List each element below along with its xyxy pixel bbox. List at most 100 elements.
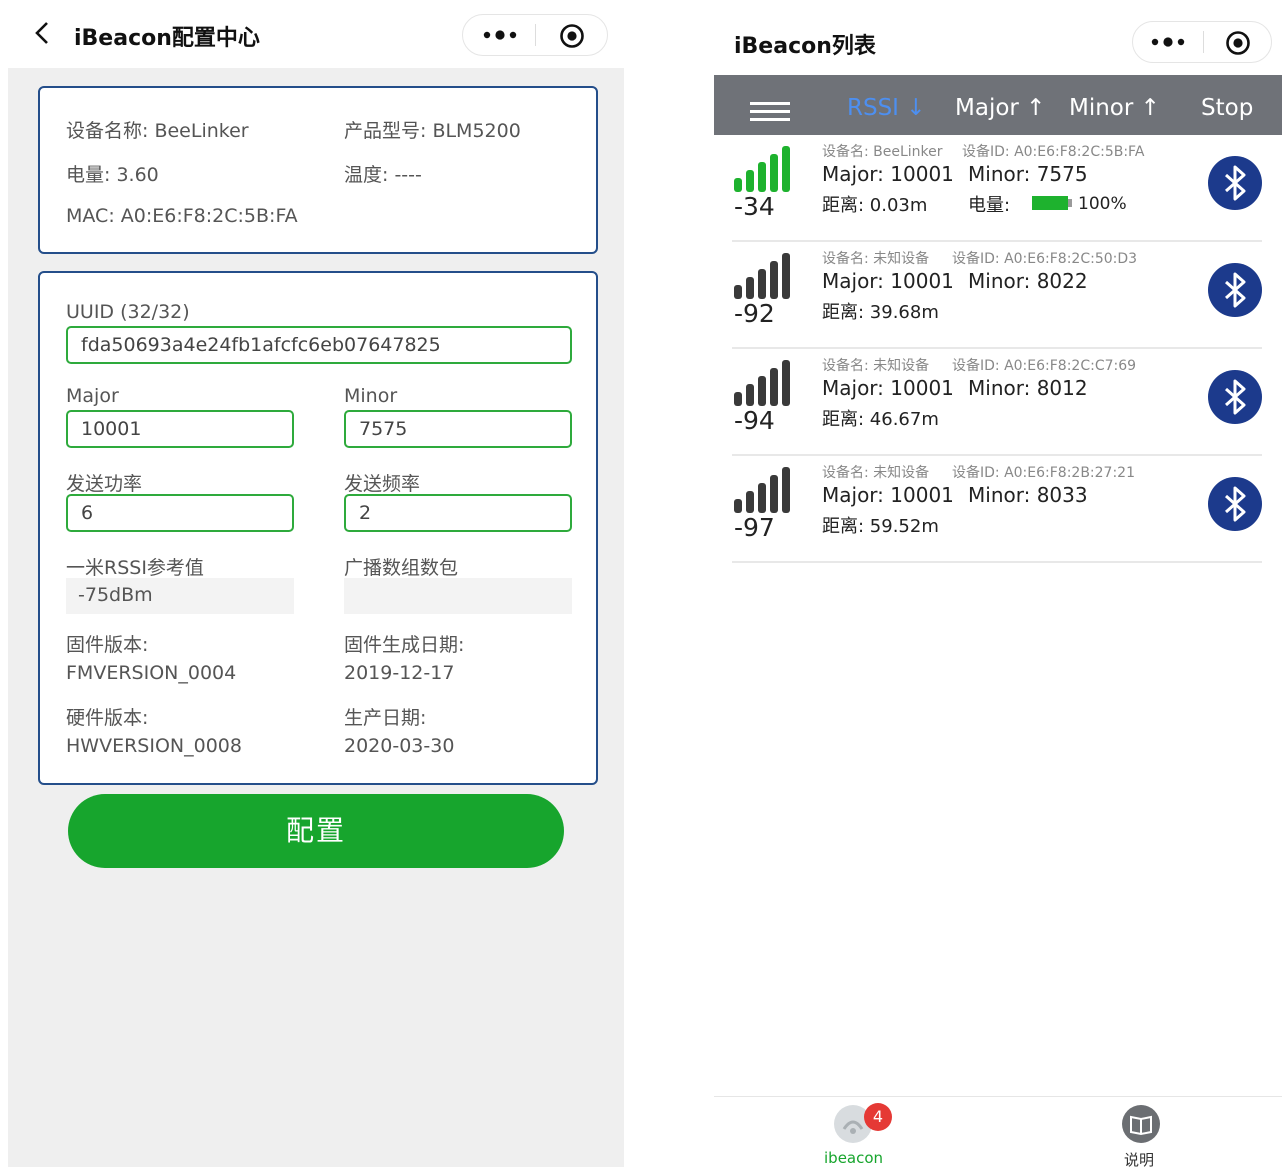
signal-bar (770, 154, 778, 192)
tab-bar: 4 ibeacon 说明 (714, 1096, 1282, 1167)
signal-bar (746, 491, 754, 513)
device-name: 设备名: 未知设备 (822, 358, 930, 374)
device-name: 设备名称: BeeLinker (66, 120, 249, 142)
rssi-value: -92 (734, 299, 775, 328)
stop-button[interactable]: Stop (1201, 95, 1253, 121)
battery-voltage: 电量: 3.60 (66, 164, 159, 186)
device-id: 设备ID: A0:E6:F8:2C:5B:FA (962, 144, 1145, 160)
signal-bar (782, 253, 790, 299)
menu-icon[interactable] (750, 101, 790, 123)
battery-icon (1032, 196, 1068, 210)
config-button[interactable]: 配置 (68, 794, 564, 868)
bluetooth-icon[interactable] (1208, 370, 1262, 424)
bluetooth-icon[interactable] (1208, 477, 1262, 531)
sort-minor-button[interactable]: Minor ↑ (1069, 95, 1160, 121)
major-input[interactable]: 10001 (66, 410, 294, 448)
minor-input[interactable]: 7575 (344, 410, 572, 448)
uuid-input[interactable]: fda50693a4e24fb1afcfc6eb07647825 (66, 326, 572, 364)
uuid-label: UUID (32/32) (66, 301, 190, 323)
minor-value: Minor: 7575 (968, 162, 1088, 186)
signal-bar (746, 384, 754, 406)
beacon-row[interactable]: -94 设备名: 未知设备 设备ID: A0:E6:F8:2C:C7:69 Major… (714, 350, 1282, 456)
row-divider (732, 347, 1262, 349)
product-model: 产品型号: BLM5200 (344, 120, 521, 142)
signal-bar (782, 360, 790, 406)
signal-strength-icon (734, 146, 790, 192)
signal-bar (782, 467, 790, 513)
signal-bar (770, 475, 778, 513)
manufacture-date-value: 2020-03-30 (344, 735, 455, 757)
signal-bar (758, 376, 766, 406)
more-icon[interactable] (479, 27, 521, 43)
device-name: 设备名: BeeLinker (822, 144, 943, 160)
battery-label: 电量: (968, 195, 1011, 216)
firmware-date-value: 2019-12-17 (344, 662, 455, 684)
sort-rssi-button[interactable]: RSSI ↓ (847, 95, 926, 121)
temperature: 温度: ---- (344, 164, 422, 186)
beacon-row[interactable]: -34 设备名: BeeLinker 设备ID: A0:E6:F8:2C:5B:FA… (714, 136, 1282, 242)
miniprogram-capsule (462, 14, 608, 56)
tx-power-input[interactable]: 6 (66, 494, 294, 532)
capsule-divider (1203, 31, 1204, 53)
close-target-icon[interactable] (559, 23, 585, 49)
major-value: Major: 10001 (822, 269, 954, 293)
tab-label-help: 说明 (1124, 1151, 1155, 1167)
mac-address: MAC: A0:E6:F8:2C:5B:FA (66, 205, 298, 227)
tab-help[interactable]: 说明 (1118, 1097, 1178, 1167)
signal-bar (770, 368, 778, 406)
rssi-value: -94 (734, 406, 775, 435)
major-value: Major: 10001 (822, 483, 954, 507)
signal-bar (746, 170, 754, 192)
minor-value: Minor: 8012 (968, 376, 1088, 400)
signal-bar (746, 277, 754, 299)
minor-value: Minor: 8022 (968, 269, 1088, 293)
device-id: 设备ID: A0:E6:F8:2C:50:D3 (952, 251, 1138, 267)
more-icon[interactable] (1147, 34, 1189, 50)
hardware-version-value: HWVERSION_0008 (66, 735, 242, 757)
miniprogram-capsule (1132, 21, 1272, 63)
signal-strength-icon (734, 360, 790, 406)
beacon-row[interactable]: -92 设备名: 未知设备 设备ID: A0:E6:F8:2C:50:D3 Major… (714, 243, 1282, 349)
row-divider (732, 454, 1262, 456)
bluetooth-icon[interactable] (1208, 156, 1262, 210)
signal-bar (734, 285, 742, 299)
signal-bar (734, 392, 742, 406)
page-title: iBeacon列表 (734, 34, 876, 59)
tab-ibeacon[interactable]: 4 ibeacon (814, 1097, 894, 1167)
close-target-icon[interactable] (1225, 30, 1251, 56)
minor-label: Minor (344, 385, 398, 407)
beacon-list-screen: iBeacon列表 RSSI ↓ Major ↑ Minor ↑ Stop -3… (714, 0, 1282, 1167)
distance-value: 距离: 0.03m (822, 195, 928, 216)
rssi-value: -34 (734, 192, 775, 221)
firmware-date-label: 固件生成日期: (344, 634, 465, 656)
sort-major-button[interactable]: Major ↑ (955, 95, 1045, 121)
distance-value: 距离: 46.67m (822, 409, 939, 430)
major-label: Major (66, 385, 119, 407)
beacon-row[interactable]: -97 设备名: 未知设备 设备ID: A0:E6:F8:2B:27:21 Major… (714, 457, 1282, 563)
tx-power-label: 发送功率 (66, 473, 143, 495)
signal-bar (782, 146, 790, 192)
rssi-value: -97 (734, 513, 775, 542)
battery-cap (1068, 199, 1072, 207)
tab-badge: 4 (864, 1103, 892, 1131)
signal-bar (758, 269, 766, 299)
page-title: iBeacon配置中心 (74, 26, 260, 51)
device-info-panel: 设备名称: BeeLinker 产品型号: BLM5200 电量: 3.60 温… (38, 86, 598, 254)
device-id: 设备ID: A0:E6:F8:2B:27:21 (952, 465, 1135, 481)
distance-value: 距离: 39.68m (822, 302, 939, 323)
distance-value: 距离: 59.52m (822, 516, 939, 537)
back-arrow-icon[interactable] (28, 18, 58, 48)
signal-strength-icon (734, 253, 790, 299)
sort-bar: RSSI ↓ Major ↑ Minor ↑ Stop (714, 75, 1282, 135)
rssi-reference-label: 一米RSSI参考值 (66, 557, 204, 579)
major-value: Major: 10001 (822, 162, 954, 186)
tx-frequency-input[interactable]: 2 (344, 494, 572, 532)
signal-strength-icon (734, 467, 790, 513)
tab-label-ibeacon: ibeacon (824, 1149, 884, 1167)
book-icon (1122, 1105, 1160, 1143)
manufacture-date-label: 生产日期: (344, 707, 427, 729)
bluetooth-icon[interactable] (1208, 263, 1262, 317)
row-divider (732, 561, 1262, 563)
signal-bar (734, 499, 742, 513)
config-form-panel: UUID (32/32) fda50693a4e24fb1afcfc6eb076… (38, 271, 598, 785)
